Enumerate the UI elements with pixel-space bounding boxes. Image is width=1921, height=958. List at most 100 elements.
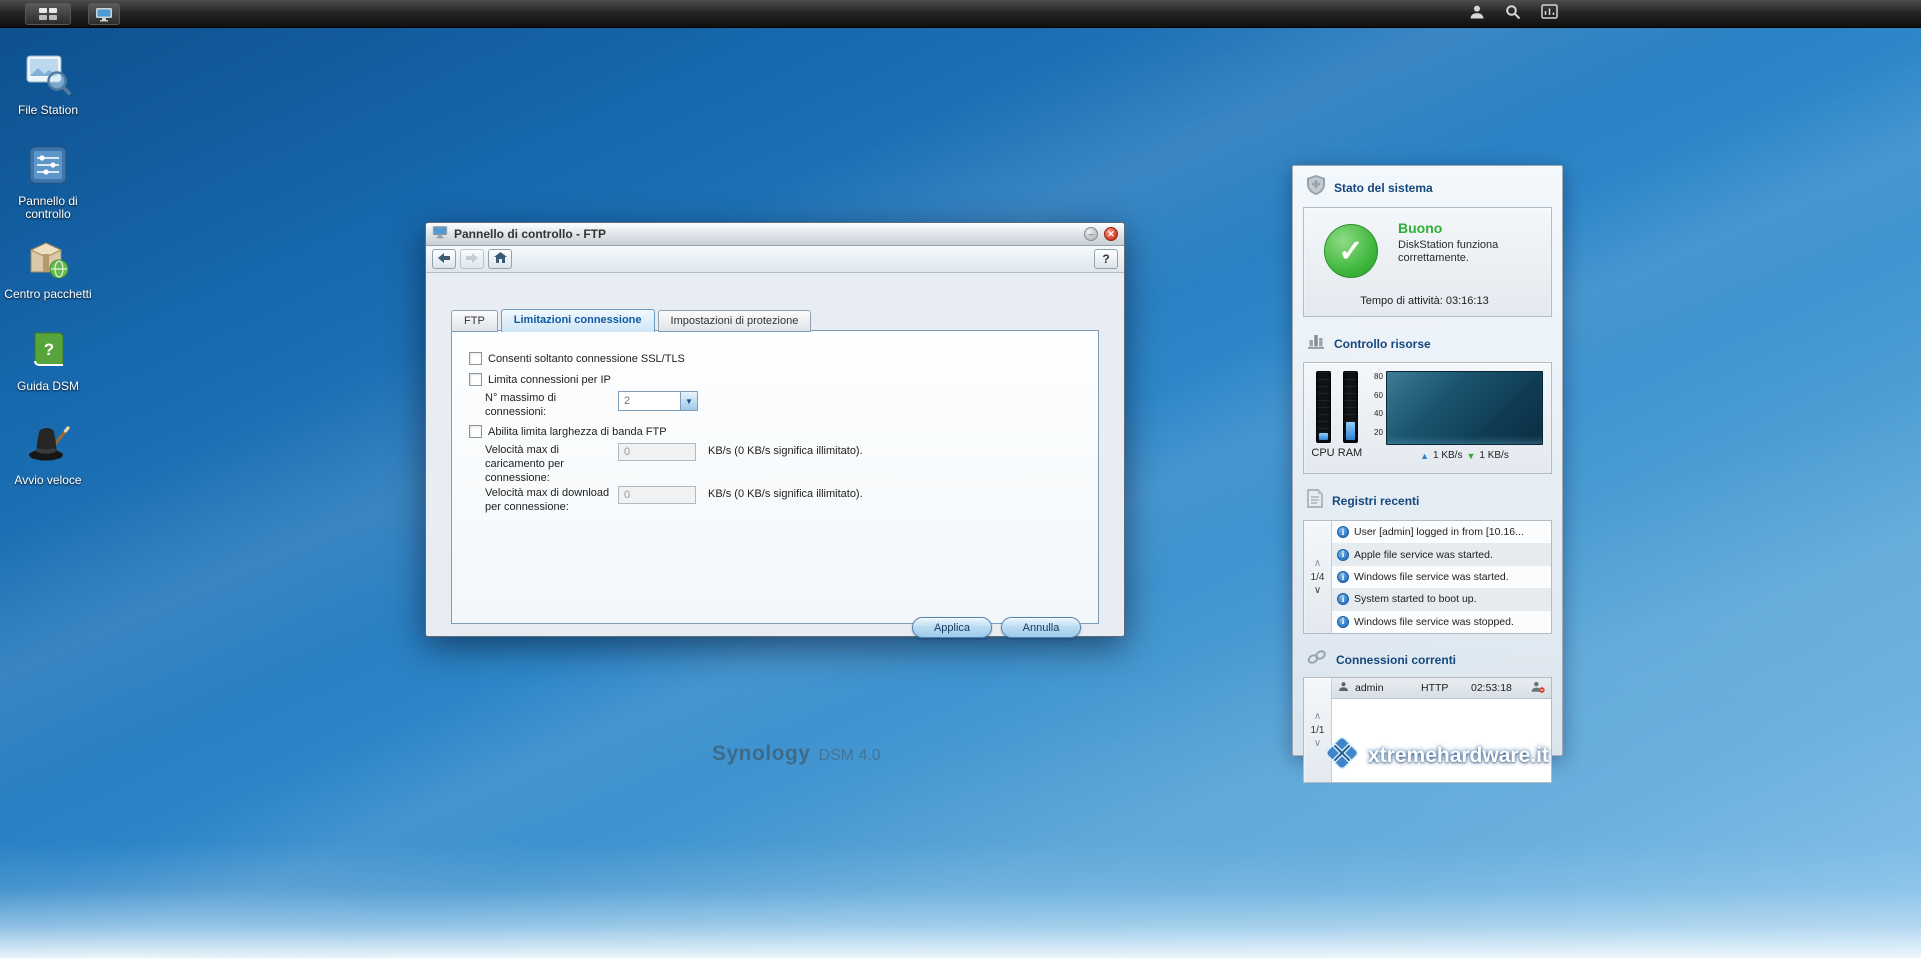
home-button[interactable] — [488, 249, 512, 269]
synology-logo-text: Synology — [712, 742, 811, 766]
info-icon: i — [1337, 526, 1349, 538]
page-up-icon[interactable]: ∧ — [1314, 712, 1321, 722]
log-row[interactable]: i System started to boot up. — [1332, 588, 1551, 610]
desktop-icon-label: Pannello di controllo — [0, 195, 96, 221]
control-panel-window: Pannello di controllo - FTP – ✕ ? — [425, 222, 1125, 637]
section-title: Stato del sistema — [1334, 181, 1433, 195]
limit-ip-checkbox[interactable] — [469, 373, 482, 386]
ram-meter-bar — [1343, 371, 1358, 443]
desktop-icon-quick-start[interactable]: Avvio veloce — [0, 422, 96, 487]
bandwidth-limit-checkbox[interactable] — [469, 425, 482, 438]
ram-label: RAM — [1338, 447, 1362, 459]
y-tick: 60 — [1374, 392, 1383, 400]
connection-user: admin — [1355, 682, 1415, 694]
page-up-icon[interactable]: ∧ — [1314, 559, 1321, 569]
page-down-icon[interactable]: ∨ — [1314, 739, 1321, 749]
status-ok-icon: ✓ — [1324, 224, 1378, 278]
show-desktop-icon — [95, 7, 113, 22]
main-menu-button[interactable] — [25, 3, 71, 25]
dsm-version-text: DSM 4.0 — [819, 747, 881, 765]
back-button[interactable] — [432, 249, 456, 269]
desktop-icon-label: Guida DSM — [0, 380, 96, 393]
log-row[interactable]: i Windows file service was stopped. — [1332, 611, 1551, 633]
taskbar — [0, 0, 1921, 28]
connection-row[interactable]: admin HTTP 02:53:18 — [1332, 678, 1551, 699]
tab-panel: Consenti soltanto connessione SSL/TLS Li… — [451, 330, 1099, 624]
connection-protocol: HTTP — [1421, 682, 1465, 694]
log-text: Windows file service was stopped. — [1354, 616, 1514, 628]
log-row[interactable]: i Apple file service was started. — [1332, 543, 1551, 565]
y-tick: 80 — [1374, 373, 1383, 381]
system-widget: Stato del sistema ✓ Buono DiskStation fu… — [1292, 165, 1563, 756]
taskbar-right — [1463, 0, 1563, 28]
log-row[interactable]: i User [admin] logged in from [10.16... — [1332, 521, 1551, 543]
user-icon — [1469, 4, 1485, 25]
dsm-help-icon: ? — [27, 330, 69, 377]
watermark: xtremehardware.it — [1322, 733, 1549, 778]
desktop-icon-file-station[interactable]: File Station — [0, 52, 96, 117]
info-icon: i — [1337, 549, 1349, 561]
wallpaper-horizon-glow — [0, 843, 1921, 958]
page-down-icon[interactable]: ∨ — [1314, 586, 1321, 596]
limit-ip-label: Limita connessioni per IP — [488, 373, 611, 387]
download-speed-input[interactable]: 0 — [618, 486, 696, 504]
max-connections-value: 2 — [619, 395, 680, 407]
window-titlebar[interactable]: Pannello di controllo - FTP – ✕ — [426, 223, 1124, 246]
info-icon: i — [1337, 571, 1349, 583]
help-button[interactable]: ? — [1094, 249, 1118, 269]
pilot-view-button[interactable] — [1535, 2, 1563, 26]
watermark-text: xtremehardware.it — [1368, 744, 1549, 768]
resources-header: Controllo risorse — [1293, 323, 1562, 360]
download-speed-suffix: KB/s (0 KB/s significa illimitato). — [708, 488, 863, 500]
tab-ftp[interactable]: FTP — [451, 310, 498, 332]
close-button[interactable]: ✕ — [1104, 227, 1118, 241]
cpu-meter: CPU — [1314, 371, 1332, 469]
recent-logs-box: ∧ 1/4 ∨ i User [admin] logged in from [1… — [1303, 520, 1552, 634]
system-status-box: ✓ Buono DiskStation funziona correttamen… — [1303, 207, 1552, 317]
status-value: Buono — [1398, 220, 1442, 236]
desktop-icon-dsm-help[interactable]: ? Guida DSM — [0, 330, 96, 393]
network-chart — [1386, 371, 1543, 445]
download-arrow-icon: ▼ — [1466, 451, 1475, 461]
kick-user-icon[interactable] — [1531, 681, 1545, 696]
forward-icon — [466, 250, 478, 268]
section-title: Registri recenti — [1332, 494, 1419, 508]
back-icon — [438, 250, 450, 268]
xtremehardware-logo-icon — [1322, 733, 1362, 778]
show-desktop-button[interactable] — [88, 3, 120, 25]
desktop-icon-label: File Station — [0, 104, 96, 117]
apply-button[interactable]: Applica — [912, 617, 992, 638]
control-panel-icon — [26, 145, 70, 192]
tab-security-settings[interactable]: Impostazioni di protezione — [658, 310, 812, 332]
chart-y-axis: 80 60 40 20 — [1374, 373, 1383, 437]
cpu-meter-bar — [1316, 371, 1331, 443]
download-speed-label: Velocità max di download per connessione… — [485, 486, 627, 514]
user-menu-button[interactable] — [1463, 2, 1491, 26]
logs-page-indicator: 1/4 — [1311, 572, 1325, 583]
desktop: File Station Pannello di controllo — [0, 0, 1921, 958]
window-body: FTP Limitazioni connessione Impostazioni… — [426, 273, 1124, 636]
max-connections-select[interactable]: 2 ▼ — [618, 391, 698, 411]
forward-button[interactable] — [460, 249, 484, 269]
upload-speed-input[interactable]: 0 — [618, 443, 696, 461]
minimize-button[interactable]: – — [1084, 227, 1098, 241]
logs-pagination: ∧ 1/4 ∨ — [1304, 521, 1332, 633]
tab-connection-limits[interactable]: Limitazioni connessione — [501, 309, 655, 332]
y-tick: 40 — [1374, 410, 1383, 418]
cancel-button[interactable]: Annulla — [1001, 617, 1081, 638]
log-rows: i User [admin] logged in from [10.16... … — [1332, 521, 1551, 633]
log-row[interactable]: i Windows file service was started. — [1332, 566, 1551, 588]
download-rate: 1 KB/s — [1479, 450, 1508, 461]
link-icon — [1307, 649, 1327, 670]
network-traffic: ▲ 1 KB/s ▼ 1 KB/s — [1386, 450, 1543, 461]
ram-meter: RAM — [1341, 371, 1359, 469]
section-title: Connessioni correnti — [1336, 653, 1456, 667]
desktop-icon-package-center[interactable]: Centro pacchetti — [0, 238, 96, 301]
log-text: Windows file service was started. — [1354, 571, 1509, 583]
desktop-icon-control-panel[interactable]: Pannello di controllo — [0, 145, 96, 221]
search-button[interactable] — [1499, 2, 1527, 26]
desktop-icon-label: Centro pacchetti — [0, 288, 96, 301]
recent-logs-header: Registri recenti — [1293, 480, 1562, 518]
ssl-only-checkbox[interactable] — [469, 352, 482, 365]
search-icon — [1505, 4, 1521, 25]
